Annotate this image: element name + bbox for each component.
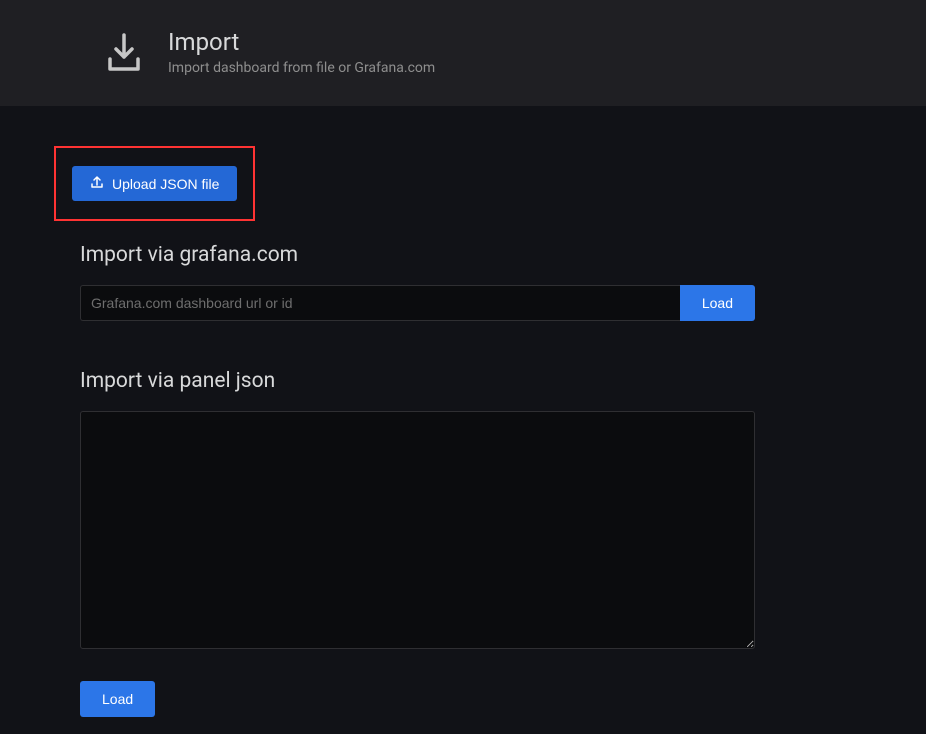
load-url-button[interactable]: Load: [680, 285, 755, 321]
load-json-button[interactable]: Load: [80, 681, 155, 717]
grafana-url-input[interactable]: [80, 285, 680, 321]
upload-icon: [90, 175, 104, 192]
upload-highlight-box: Upload JSON file: [54, 146, 255, 221]
page-title: Import: [168, 28, 435, 57]
upload-button-label: Upload JSON file: [112, 176, 219, 192]
import-url-row: Load: [80, 285, 755, 321]
content-area: Upload JSON file Import via grafana.com …: [0, 106, 755, 717]
import-icon: [100, 29, 148, 77]
page-header: Import Import dashboard from file or Gra…: [0, 0, 926, 106]
upload-json-button[interactable]: Upload JSON file: [72, 166, 237, 201]
panel-json-textarea[interactable]: [80, 411, 755, 649]
import-url-section-title: Import via grafana.com: [80, 243, 755, 267]
header-text-block: Import Import dashboard from file or Gra…: [168, 28, 435, 78]
import-json-section-title: Import via panel json: [80, 369, 755, 393]
page-subtitle: Import dashboard from file or Grafana.co…: [168, 59, 435, 79]
